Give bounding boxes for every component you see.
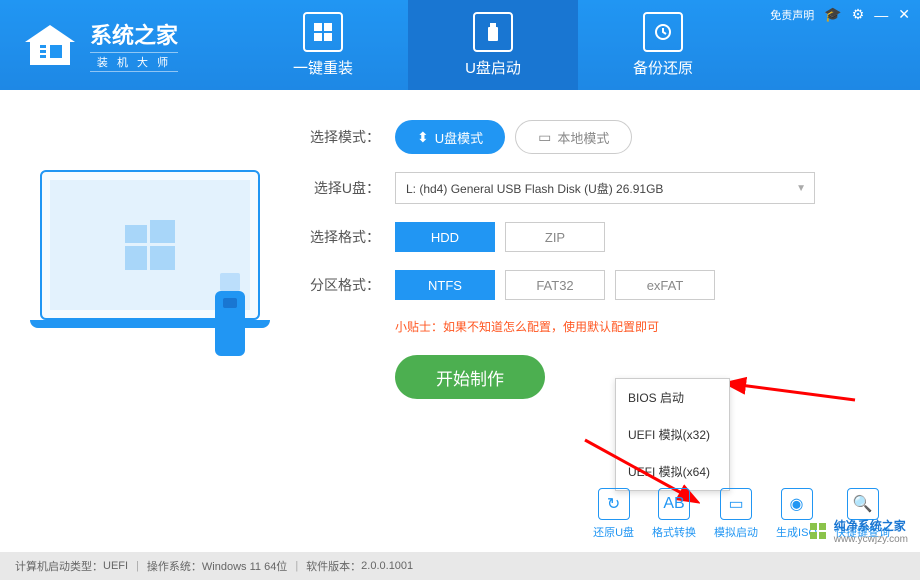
watermark-url: www.ycwjzy.com xyxy=(834,534,908,545)
tab-label: 备份还原 xyxy=(633,57,693,78)
os-label: 操作系统： xyxy=(147,558,202,574)
watermark-logo-icon xyxy=(808,521,828,541)
partition-fat32-button[interactable]: FAT32 xyxy=(505,270,605,300)
chevron-down-icon: ▼ xyxy=(796,183,806,194)
tab-label: 一键重装 xyxy=(293,57,353,78)
os-value: Windows 11 64位 xyxy=(202,558,287,574)
form-area: 选择模式： ⬍ U盘模式 ▭ 本地模式 选择U盘： L: (hd4) Gener… xyxy=(300,120,880,399)
hotkey-query-icon: 🔍 xyxy=(847,488,879,520)
graduation-icon[interactable]: 🎓 xyxy=(824,6,841,23)
version-label: 软件版本： xyxy=(306,558,361,574)
usb-small-icon: ⬍ xyxy=(417,129,429,146)
generate-iso-icon: ◉ xyxy=(781,488,813,520)
windows-icon xyxy=(303,12,343,52)
logo-house-icon xyxy=(20,20,80,70)
top-controls: 免责声明 🎓 ⚙ — ✕ xyxy=(770,6,910,23)
usb-icon xyxy=(473,12,513,52)
logo-area: 系统之家 装 机 大 师 xyxy=(0,18,178,72)
header: 系统之家 装 机 大 师 一键重装 U盘启动 备份还原 免责声明 🎓 ⚙ — xyxy=(0,0,920,90)
tab-reinstall[interactable]: 一键重装 xyxy=(238,0,408,90)
format-zip-button[interactable]: ZIP xyxy=(505,222,605,252)
popup-uefi-x32[interactable]: UEFI 模拟(x32) xyxy=(616,416,729,453)
format-hdd-button[interactable]: HDD xyxy=(395,222,495,252)
format-convert-icon: AB xyxy=(658,488,690,520)
usb-drive-icon xyxy=(205,268,255,368)
footer: 计算机启动类型： UEFI | 操作系统： Windows 11 64位 | 软… xyxy=(0,552,920,580)
usb-select[interactable]: L: (hd4) General USB Flash Disk (U盘) 26.… xyxy=(395,172,815,204)
tab-label: U盘启动 xyxy=(465,57,521,78)
logo-subtitle: 装 机 大 师 xyxy=(90,52,178,72)
watermark: 纯净系统之家 www.ycwjzy.com xyxy=(808,517,908,545)
boot-popup-menu: BIOS 启动 UEFI 模拟(x32) UEFI 模拟(x64) xyxy=(615,378,730,491)
mode-usb-button[interactable]: ⬍ U盘模式 xyxy=(395,120,505,154)
partition-label: 分区格式： xyxy=(300,275,380,295)
format-label: 选择格式： xyxy=(300,227,380,247)
nav-tabs: 一键重装 U盘启动 备份还原 xyxy=(238,0,748,90)
boot-type-value: UEFI xyxy=(103,560,128,572)
boot-type-label: 计算机启动类型： xyxy=(15,558,103,574)
popup-uefi-x64[interactable]: UEFI 模拟(x64) xyxy=(616,453,729,490)
mode-local-button[interactable]: ▭ 本地模式 xyxy=(515,120,632,154)
restore-usb-icon: ↻ xyxy=(598,488,630,520)
illustration xyxy=(40,120,300,399)
usb-label: 选择U盘： xyxy=(300,178,380,198)
partition-ntfs-button[interactable]: NTFS xyxy=(395,270,495,300)
logo-title: 系统之家 xyxy=(90,18,178,50)
mode-label: 选择模式： xyxy=(300,127,380,147)
simulate-boot-icon: ▭ xyxy=(720,488,752,520)
tab-backup[interactable]: 备份还原 xyxy=(578,0,748,90)
monitor-small-icon: ▭ xyxy=(538,129,551,146)
restore-icon xyxy=(643,12,683,52)
close-icon[interactable]: ✕ xyxy=(898,6,910,23)
tool-simulate-boot[interactable]: ▭ 模拟启动 xyxy=(714,488,758,540)
disclaimer-link[interactable]: 免责声明 xyxy=(770,7,814,23)
version-value: 2.0.0.1001 xyxy=(361,560,413,572)
watermark-name: 纯净系统之家 xyxy=(834,517,908,534)
start-button[interactable]: 开始制作 xyxy=(395,355,545,399)
tool-restore-usb[interactable]: ↻ 还原U盘 xyxy=(593,488,634,540)
settings-icon[interactable]: ⚙ xyxy=(852,6,865,23)
minimize-icon[interactable]: — xyxy=(874,7,888,23)
content: 选择模式： ⬍ U盘模式 ▭ 本地模式 选择U盘： L: (hd4) Gener… xyxy=(0,90,920,409)
partition-exfat-button[interactable]: exFAT xyxy=(615,270,715,300)
hint-text: 小贴士：如果不知道怎么配置，使用默认配置即可 xyxy=(395,318,880,335)
tab-usb-boot[interactable]: U盘启动 xyxy=(408,0,578,90)
popup-bios-boot[interactable]: BIOS 启动 xyxy=(616,379,729,416)
tool-format-convert[interactable]: AB 格式转换 xyxy=(652,488,696,540)
